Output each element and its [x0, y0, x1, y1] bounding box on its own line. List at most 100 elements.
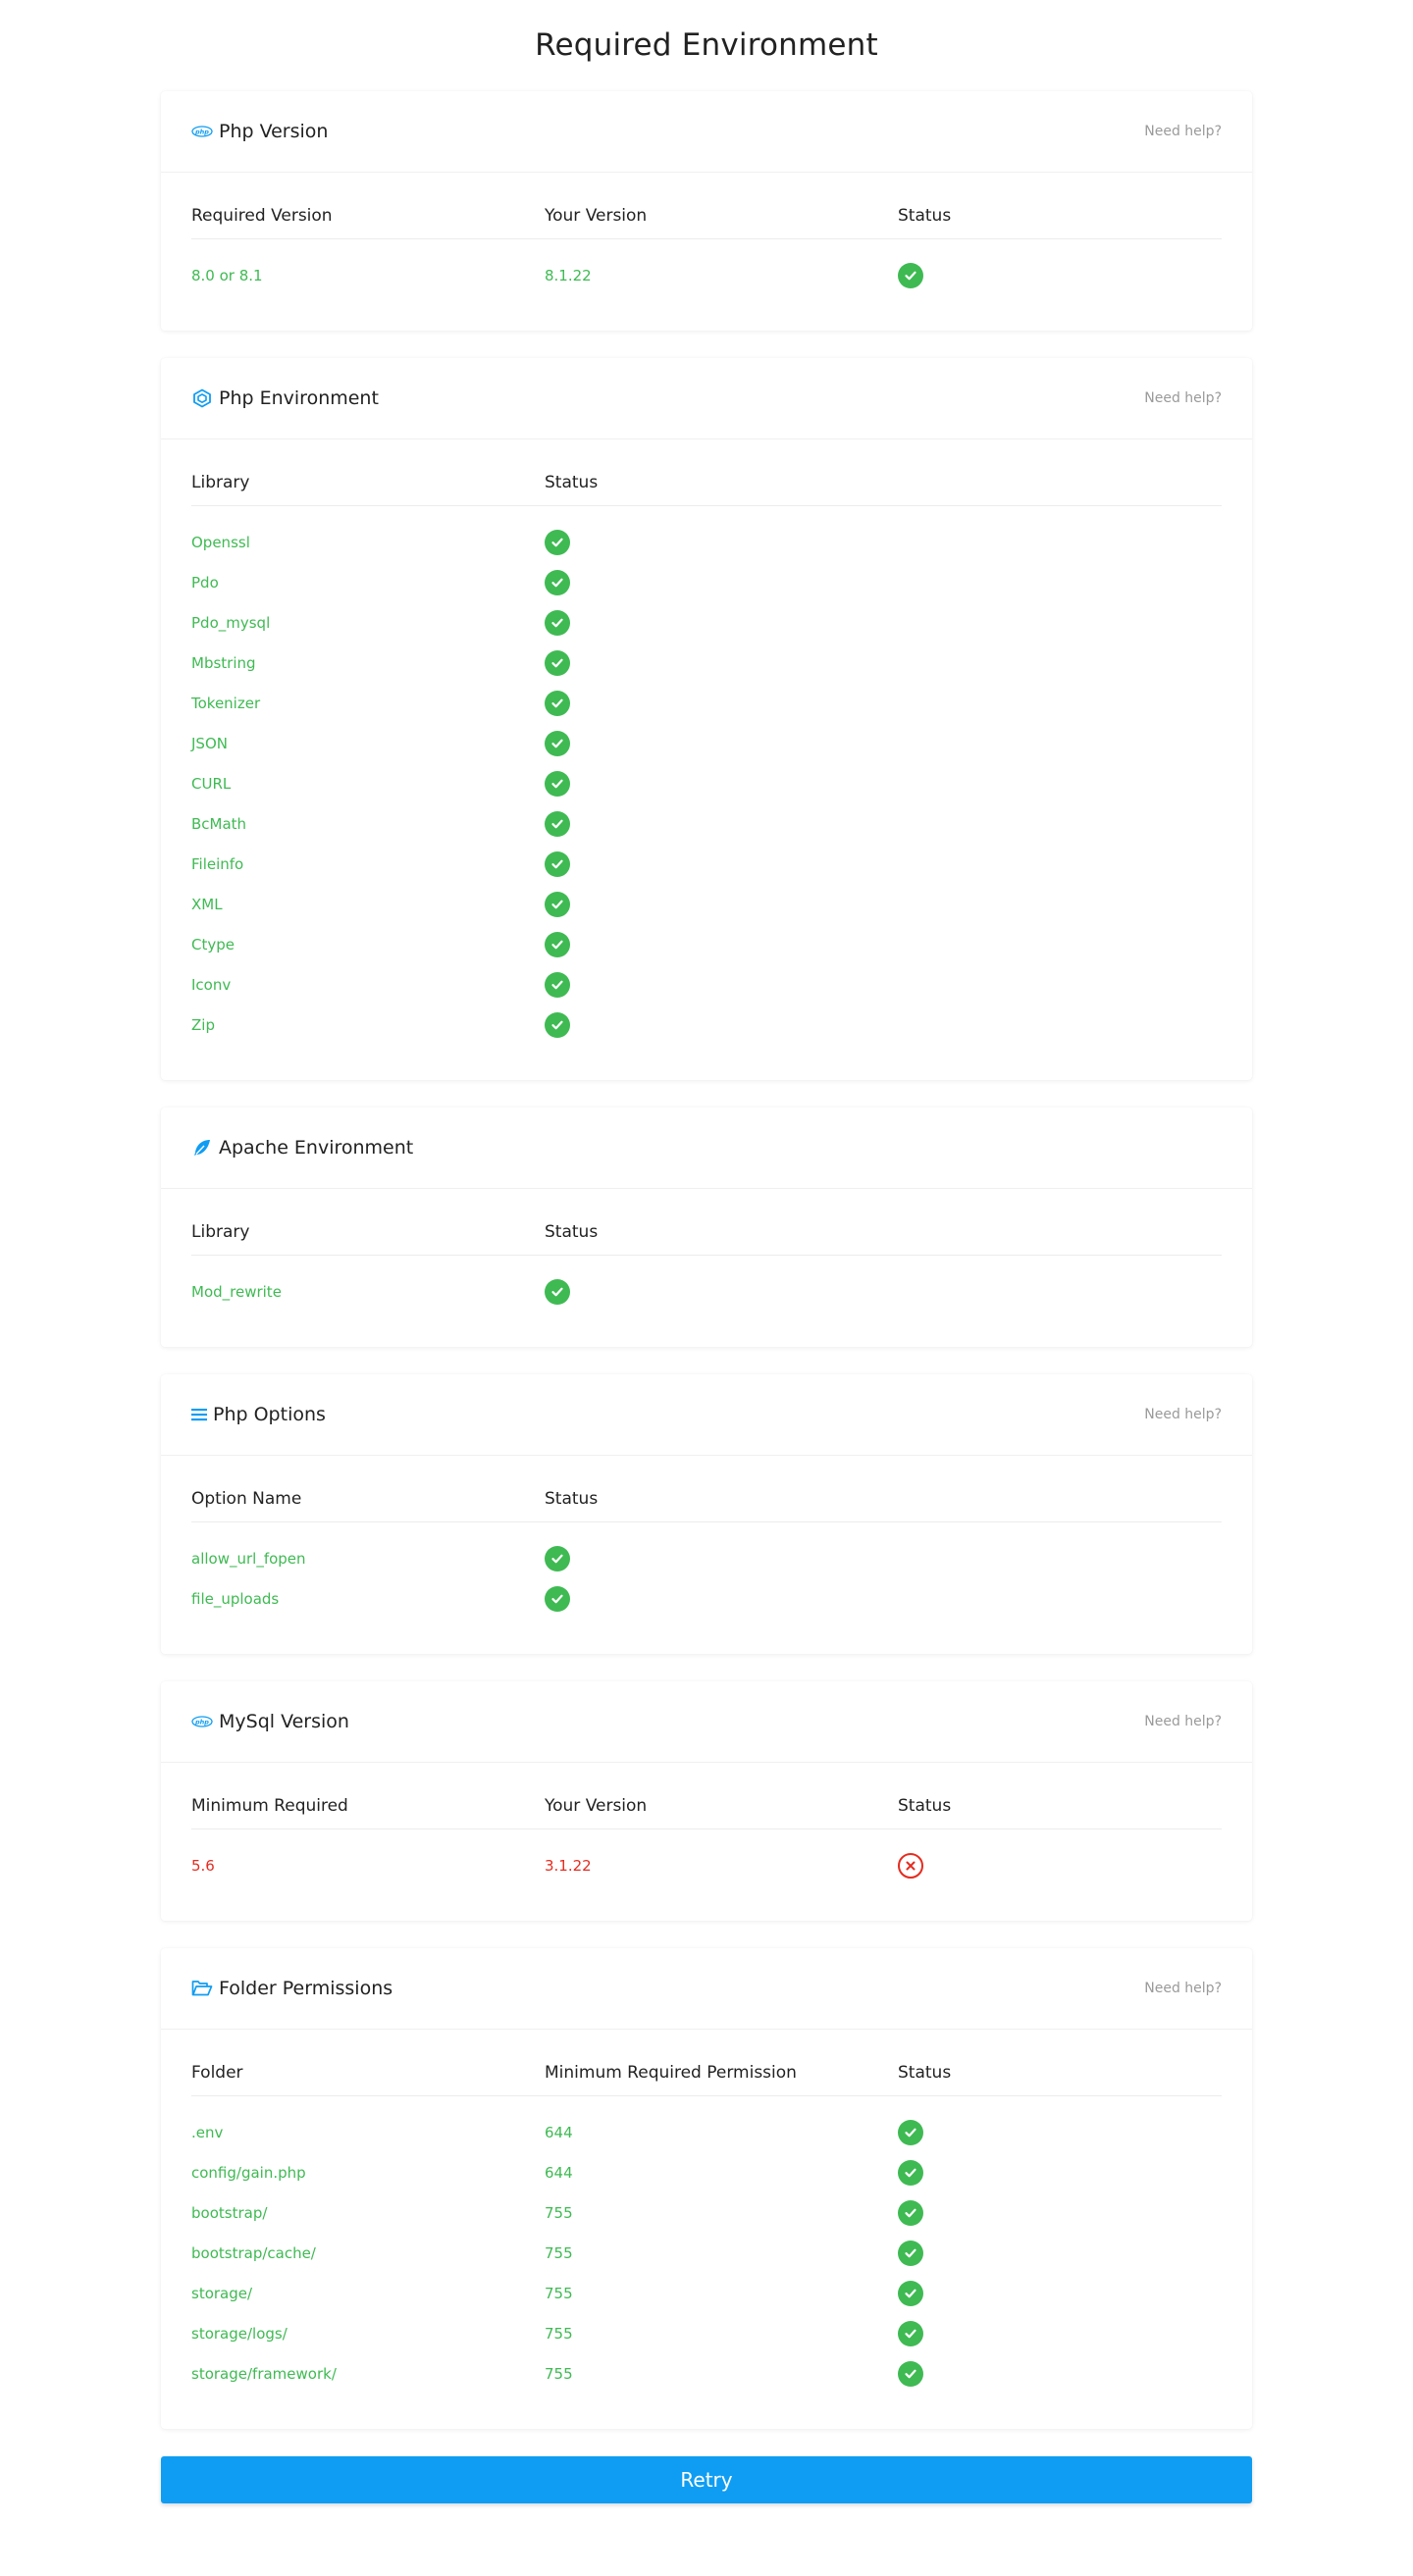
php-environment-card: Php Environment Need help? Library Statu…: [161, 358, 1252, 1080]
library-name: Mod_rewrite: [191, 1282, 282, 1301]
table-row: BcMath: [191, 803, 1222, 844]
library-name: CURL: [191, 774, 232, 793]
library-name: Iconv: [191, 975, 232, 994]
table-row: Mod_rewrite: [191, 1271, 1222, 1312]
required-permission: 755: [545, 2243, 573, 2262]
table-row: bootstrap/755: [191, 2192, 1222, 2233]
library-name: Tokenizer: [191, 694, 261, 712]
check-circle-icon: [545, 609, 570, 636]
folder-path: storage/logs/: [191, 2324, 288, 2343]
library-name: XML: [191, 895, 223, 913]
column-header: Status: [898, 2063, 952, 2083]
required-permission: 644: [545, 2123, 573, 2141]
folder-path: config/gain.php: [191, 2163, 306, 2182]
card-title: Apache Environment: [191, 1137, 413, 1159]
required-version: 8.0 or 8.1: [191, 266, 263, 284]
check-circle-icon: [545, 1545, 570, 1571]
list-icon: [191, 1408, 207, 1421]
card-header: Php Environment Need help?: [161, 358, 1252, 439]
table-row: Pdo: [191, 562, 1222, 602]
column-header: Status: [545, 1222, 599, 1242]
table-header: Folder Minimum Required Permission Statu…: [191, 2063, 1222, 2096]
card-title: php MySql Version: [191, 1711, 349, 1732]
page-title: Required Environment: [535, 27, 878, 63]
need-help-link[interactable]: Need help?: [1144, 124, 1222, 139]
card-header: Apache Environment: [161, 1108, 1252, 1189]
library-name: BcMath: [191, 814, 247, 833]
php-options-title: Php Options: [213, 1404, 326, 1425]
folder-permissions-title: Folder Permissions: [219, 1978, 393, 1999]
check-circle-icon: [545, 770, 570, 797]
retry-button[interactable]: Retry: [161, 2456, 1252, 2503]
minimum-required-version: 5.6: [191, 1856, 215, 1875]
card-header: php Php Version Need help?: [161, 91, 1252, 173]
svg-text:php: php: [194, 1719, 209, 1726]
table-row: storage/logs/755: [191, 2313, 1222, 2353]
php-logo-icon: php: [191, 126, 213, 137]
check-circle-icon: [898, 2360, 923, 2387]
column-header: Option Name: [191, 1489, 302, 1509]
card-body: Required Version Your Version Status 8.0…: [161, 173, 1252, 331]
folder-path: bootstrap/cache/: [191, 2243, 316, 2262]
table-header: Library Status: [191, 473, 1222, 506]
php-version-title: Php Version: [219, 121, 329, 142]
card-title: Php Options: [191, 1404, 326, 1425]
card-body: Folder Minimum Required Permission Statu…: [161, 2030, 1252, 2429]
library-list: Openssl Pdo Pdo_mysql Mbstring Tokenizer JSON…: [191, 522, 1222, 1045]
folder-path: .env: [191, 2123, 224, 2141]
check-circle-icon: [545, 810, 570, 837]
mysql-version-card: php MySql Version Need help? Minimum Req…: [161, 1681, 1252, 1921]
library-name: Zip: [191, 1015, 215, 1034]
table-row: Fileinfo: [191, 844, 1222, 884]
table-row: JSON: [191, 723, 1222, 763]
check-circle-icon: [545, 690, 570, 716]
table-header: Required Version Your Version Status: [191, 206, 1222, 239]
check-circle-icon: [545, 850, 570, 877]
check-circle-icon: [545, 1011, 570, 1038]
table-row: storage/755: [191, 2273, 1222, 2313]
table-row: Iconv: [191, 964, 1222, 1005]
table-row: Ctype: [191, 924, 1222, 964]
need-help-link[interactable]: Need help?: [1144, 1981, 1222, 1996]
check-circle-icon: [545, 891, 570, 917]
card-header: Php Options Need help?: [161, 1374, 1252, 1456]
library-name: Ctype: [191, 935, 235, 953]
required-permission: 755: [545, 2324, 573, 2343]
table-row: .env 644: [191, 2112, 1222, 2152]
need-help-link[interactable]: Need help?: [1144, 1407, 1222, 1422]
requirements-container: php Php Version Need help? Required Vers…: [161, 91, 1252, 2503]
need-help-link[interactable]: Need help?: [1144, 1714, 1222, 1729]
option-name: file_uploads: [191, 1589, 280, 1608]
table-header: Option Name Status: [191, 1489, 1222, 1522]
feather-icon: [191, 1138, 213, 1158]
column-header: Your Version: [545, 1796, 648, 1816]
folder-permissions-card: Folder Permissions Need help? Folder Min…: [161, 1948, 1252, 2429]
card-header: php MySql Version Need help?: [161, 1681, 1252, 1763]
column-header: Status: [898, 1796, 952, 1816]
check-circle-icon: [545, 971, 570, 998]
check-circle-icon: [545, 529, 570, 555]
library-name: Pdo: [191, 573, 219, 592]
column-header: Your Version: [545, 206, 648, 226]
php-logo-icon: php: [191, 1716, 213, 1727]
folder-path: storage/framework/: [191, 2364, 337, 2383]
need-help-link[interactable]: Need help?: [1144, 390, 1222, 406]
column-header: Minimum Required: [191, 1796, 348, 1816]
table-row: Openssl: [191, 522, 1222, 562]
check-circle-icon: [898, 2320, 923, 2346]
php-environment-title: Php Environment: [219, 387, 379, 409]
check-circle-icon: [898, 262, 923, 288]
table-row: file_uploads: [191, 1578, 1222, 1619]
library-name: Mbstring: [191, 653, 256, 672]
library-name: JSON: [191, 734, 228, 752]
check-circle-icon: [545, 931, 570, 957]
library-name: Pdo_mysql: [191, 613, 271, 632]
apache-environment-card: Apache Environment Library Status Mod_re…: [161, 1108, 1252, 1347]
your-version: 8.1.22: [545, 266, 592, 284]
table-header: Minimum Required Your Version Status: [191, 1796, 1222, 1829]
column-header: Minimum Required Permission: [545, 2063, 797, 2083]
card-title: Php Environment: [191, 387, 379, 409]
card-body: Minimum Required Your Version Status 5.6…: [161, 1763, 1252, 1921]
folder-path: storage/: [191, 2284, 253, 2302]
check-circle-icon: [898, 2159, 923, 2186]
